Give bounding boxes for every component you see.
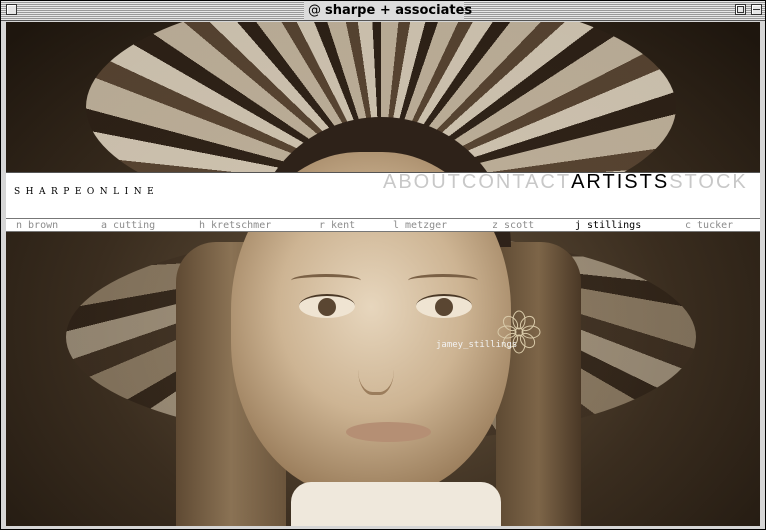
nose [358, 332, 394, 395]
at-sign-icon: @ [308, 3, 321, 18]
window-title: @ sharpe + associates [308, 2, 472, 19]
artist-z-scott[interactable]: z scott [492, 220, 534, 232]
photo-caption[interactable]: jamey_stillings [436, 340, 517, 350]
right-brow [408, 274, 478, 287]
zoom-box[interactable] [735, 4, 746, 15]
artist-c-tucker[interactable]: c tucker [685, 220, 733, 232]
left-eye [299, 294, 355, 318]
browser-window: @ sharpe + associates SHARPEONLINE ABOUT… [0, 0, 766, 530]
site-logo[interactable]: SHARPEONLINE [14, 187, 159, 197]
nav-contact[interactable]: CONTACT [462, 171, 571, 197]
main-nav: ABOUT CONTACT ARTISTS STOCK [383, 171, 748, 197]
artist-h-kretschmer[interactable]: h kretschmer [199, 220, 271, 232]
collapse-box[interactable] [751, 4, 762, 15]
title-bar[interactable]: @ sharpe + associates [1, 1, 765, 21]
collar [291, 482, 501, 526]
artist-a-cutting[interactable]: a cutting [101, 220, 155, 232]
artist-r-kent[interactable]: r kent [319, 220, 355, 232]
artist-list: n brown a cutting h kretschmer r kent l … [6, 220, 760, 232]
artist-n-brown[interactable]: n brown [16, 220, 58, 232]
artist-j-stillings[interactable]: j stillings [575, 220, 641, 232]
page-content: SHARPEONLINE ABOUT CONTACT ARTISTS STOCK… [6, 22, 760, 526]
close-box[interactable] [6, 4, 17, 15]
window-title-text: sharpe + associates [325, 3, 473, 18]
nav-artists[interactable]: ARTISTS [571, 171, 669, 197]
artist-l-metzger[interactable]: l metzger [393, 220, 447, 232]
hero-photo [6, 22, 760, 526]
nav-stock[interactable]: STOCK [669, 171, 748, 197]
mouth [346, 422, 431, 442]
right-eye [416, 294, 472, 318]
nav-about[interactable]: ABOUT [383, 171, 462, 197]
left-brow [291, 274, 361, 287]
